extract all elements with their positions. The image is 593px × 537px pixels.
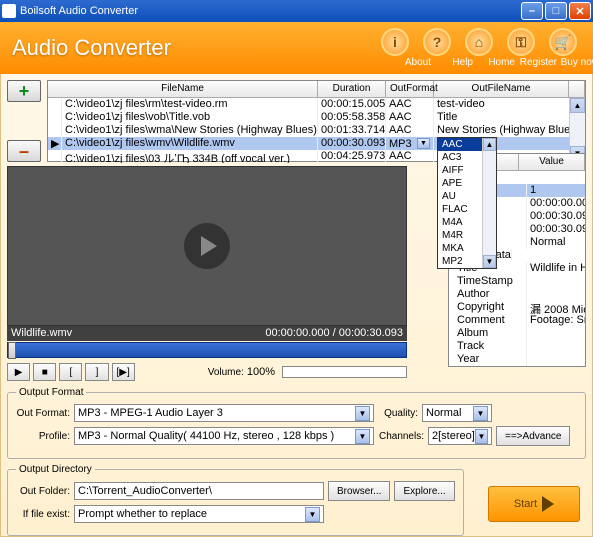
cell-outformat: AAC bbox=[386, 111, 434, 124]
volume-label: Volume: bbox=[208, 367, 244, 378]
play-overlay-button[interactable] bbox=[184, 223, 230, 269]
cell-duration: 00:00:15.005 bbox=[318, 98, 386, 111]
cell-outfilename: test-video bbox=[434, 98, 585, 111]
buy-button[interactable]: 🛒Buy now bbox=[545, 28, 581, 68]
info-row[interactable]: Year bbox=[449, 353, 585, 366]
maximize-button[interactable]: □ bbox=[545, 2, 567, 20]
minimize-button[interactable]: – bbox=[521, 2, 543, 20]
profile-label: Profile: bbox=[16, 431, 70, 442]
register-button[interactable]: ⚿Register bbox=[503, 28, 539, 68]
chevron-down-icon: ▼ bbox=[305, 507, 320, 522]
video-time: 00:00:00.000 / 00:00:30.093 bbox=[265, 327, 403, 340]
quality-select[interactable]: Normal▼ bbox=[422, 404, 492, 422]
play-icon bbox=[542, 496, 554, 512]
cell-filename: C:\video1\zj files\03 ルʼҦ 334B (off voca… bbox=[62, 150, 318, 163]
channels-select[interactable]: 2[stereo]▼ bbox=[428, 427, 492, 445]
outfolder-input[interactable] bbox=[74, 482, 324, 500]
chevron-down-icon: ▼ bbox=[355, 406, 370, 421]
volume-slider[interactable] bbox=[282, 366, 407, 378]
browse-button[interactable]: Browser... bbox=[328, 481, 390, 501]
cart-icon: 🛒 bbox=[549, 28, 577, 56]
cell-outformat[interactable]: MP3▼ bbox=[386, 137, 434, 150]
add-file-button[interactable]: + bbox=[7, 80, 41, 102]
stop-button[interactable]: ■ bbox=[33, 363, 56, 381]
mark-out-button[interactable]: ] bbox=[85, 363, 108, 381]
video-filename: Wildlife.wmv bbox=[11, 327, 72, 340]
output-format-group: Output Format Out Format: MP3 - MPEG-1 A… bbox=[7, 387, 586, 459]
window-title: Boilsoft Audio Converter bbox=[20, 5, 521, 17]
scroll-up-icon[interactable]: ▲ bbox=[483, 138, 496, 151]
grid-scrollbar[interactable]: ▲ ▼ bbox=[569, 98, 585, 161]
col-outfilename[interactable]: OutFileName bbox=[434, 81, 569, 97]
info-row[interactable]: Track bbox=[449, 340, 585, 353]
cell-outfilename: New Stories (Highway Blues) bbox=[434, 124, 585, 137]
table-row[interactable]: C:\video1\zj files\wma\New Stories (High… bbox=[48, 124, 585, 137]
outfolder-label: Out Folder: bbox=[16, 486, 70, 497]
info-row[interactable]: CommentFootage: Sma bbox=[449, 314, 585, 327]
chevron-down-icon: ▼ bbox=[473, 406, 488, 421]
cell-filename: C:\video1\zj files\wma\New Stories (High… bbox=[62, 124, 318, 137]
app-title: Audio Converter bbox=[12, 35, 377, 61]
help-icon: ? bbox=[423, 28, 451, 56]
about-button[interactable]: iAbout bbox=[377, 28, 413, 68]
col-duration[interactable]: Duration bbox=[318, 81, 386, 97]
cell-filename: C:\video1\zj files\wmv\Wildlife.wmv bbox=[62, 137, 318, 150]
app-icon bbox=[2, 4, 16, 18]
chevron-down-icon: ▼ bbox=[355, 429, 370, 444]
advance-button[interactable]: ==>Advance bbox=[496, 426, 570, 446]
close-button[interactable]: ✕ bbox=[569, 2, 591, 20]
cell-duration: 00:00:30.093 bbox=[318, 137, 386, 150]
table-row[interactable]: ▶ C:\video1\zj files\wmv\Wildlife.wmv 00… bbox=[48, 137, 585, 150]
scroll-down-icon[interactable]: ▼ bbox=[483, 255, 496, 268]
cell-outformat: AAC bbox=[386, 124, 434, 137]
cell-duration: 00:04:25.973 bbox=[318, 150, 386, 163]
info-col-value[interactable]: Value bbox=[519, 154, 585, 170]
quality-label: Quality: bbox=[378, 408, 418, 419]
outformat-select[interactable]: MP3 - MPEG-1 Audio Layer 3▼ bbox=[74, 404, 374, 422]
video-preview[interactable] bbox=[7, 166, 407, 326]
table-row[interactable]: C:\video1\zj files\rm\test-video.rm 00:0… bbox=[48, 98, 585, 111]
profile-select[interactable]: MP3 - Normal Quality( 44100 Hz, stereo ,… bbox=[74, 427, 374, 445]
format-dropdown[interactable]: AACAC3AIFFAPEAUFLACM4AM4RMKAMP2 ▲ ▼ bbox=[437, 137, 497, 269]
info-icon: i bbox=[381, 28, 409, 56]
ifexist-label: If file exist: bbox=[16, 509, 70, 520]
cell-outformat: AAC bbox=[386, 150, 434, 163]
volume-value: 100% bbox=[247, 366, 275, 378]
explore-button[interactable]: Explore... bbox=[394, 481, 454, 501]
home-button[interactable]: ⌂Home bbox=[461, 28, 497, 68]
info-row[interactable]: TimeStamp bbox=[449, 275, 585, 288]
play-button[interactable]: ▶ bbox=[7, 363, 30, 381]
cell-filename: C:\video1\zj files\rm\test-video.rm bbox=[62, 98, 318, 111]
chevron-down-icon: ▼ bbox=[475, 429, 488, 444]
play-icon bbox=[201, 236, 217, 256]
outformat-label: Out Format: bbox=[16, 408, 70, 419]
scroll-up-icon[interactable]: ▲ bbox=[570, 98, 585, 113]
info-row[interactable]: Author bbox=[449, 288, 585, 301]
channels-label: Channels: bbox=[378, 431, 424, 442]
cell-duration: 00:05:58.358 bbox=[318, 111, 386, 124]
dropdown-scrollbar[interactable]: ▲ ▼ bbox=[482, 138, 496, 268]
cell-outformat: AAC bbox=[386, 98, 434, 111]
play-range-button[interactable]: [▶] bbox=[112, 363, 135, 381]
cell-filename: C:\video1\zj files\vob\Title.vob bbox=[62, 111, 318, 124]
col-outformat[interactable]: OutFormat bbox=[386, 81, 434, 97]
cell-duration: 00:01:33.714 bbox=[318, 124, 386, 137]
ifexist-select[interactable]: Prompt whether to replace▼ bbox=[74, 505, 324, 523]
start-button[interactable]: Start bbox=[488, 486, 580, 522]
table-row[interactable]: C:\video1\zj files\vob\Title.vob 00:05:5… bbox=[48, 111, 585, 124]
col-filename[interactable]: FileName bbox=[48, 81, 318, 97]
help-button[interactable]: ?Help bbox=[419, 28, 455, 68]
key-icon: ⚿ bbox=[507, 28, 535, 56]
info-row[interactable]: Copyright漏 2008 Micr bbox=[449, 301, 585, 314]
mark-in-button[interactable]: [ bbox=[59, 363, 82, 381]
file-grid[interactable]: FileName Duration OutFormat OutFileName … bbox=[47, 80, 586, 162]
output-directory-group: Output Directory Out Folder: Browser... … bbox=[7, 464, 464, 536]
remove-file-button[interactable]: – bbox=[7, 140, 41, 162]
seek-thumb[interactable] bbox=[8, 342, 16, 359]
info-row[interactable]: Album bbox=[449, 327, 585, 340]
chevron-down-icon: ▼ bbox=[417, 138, 430, 149]
cell-outfilename: Title bbox=[434, 111, 585, 124]
home-icon: ⌂ bbox=[465, 28, 493, 56]
seek-bar[interactable] bbox=[7, 342, 407, 358]
